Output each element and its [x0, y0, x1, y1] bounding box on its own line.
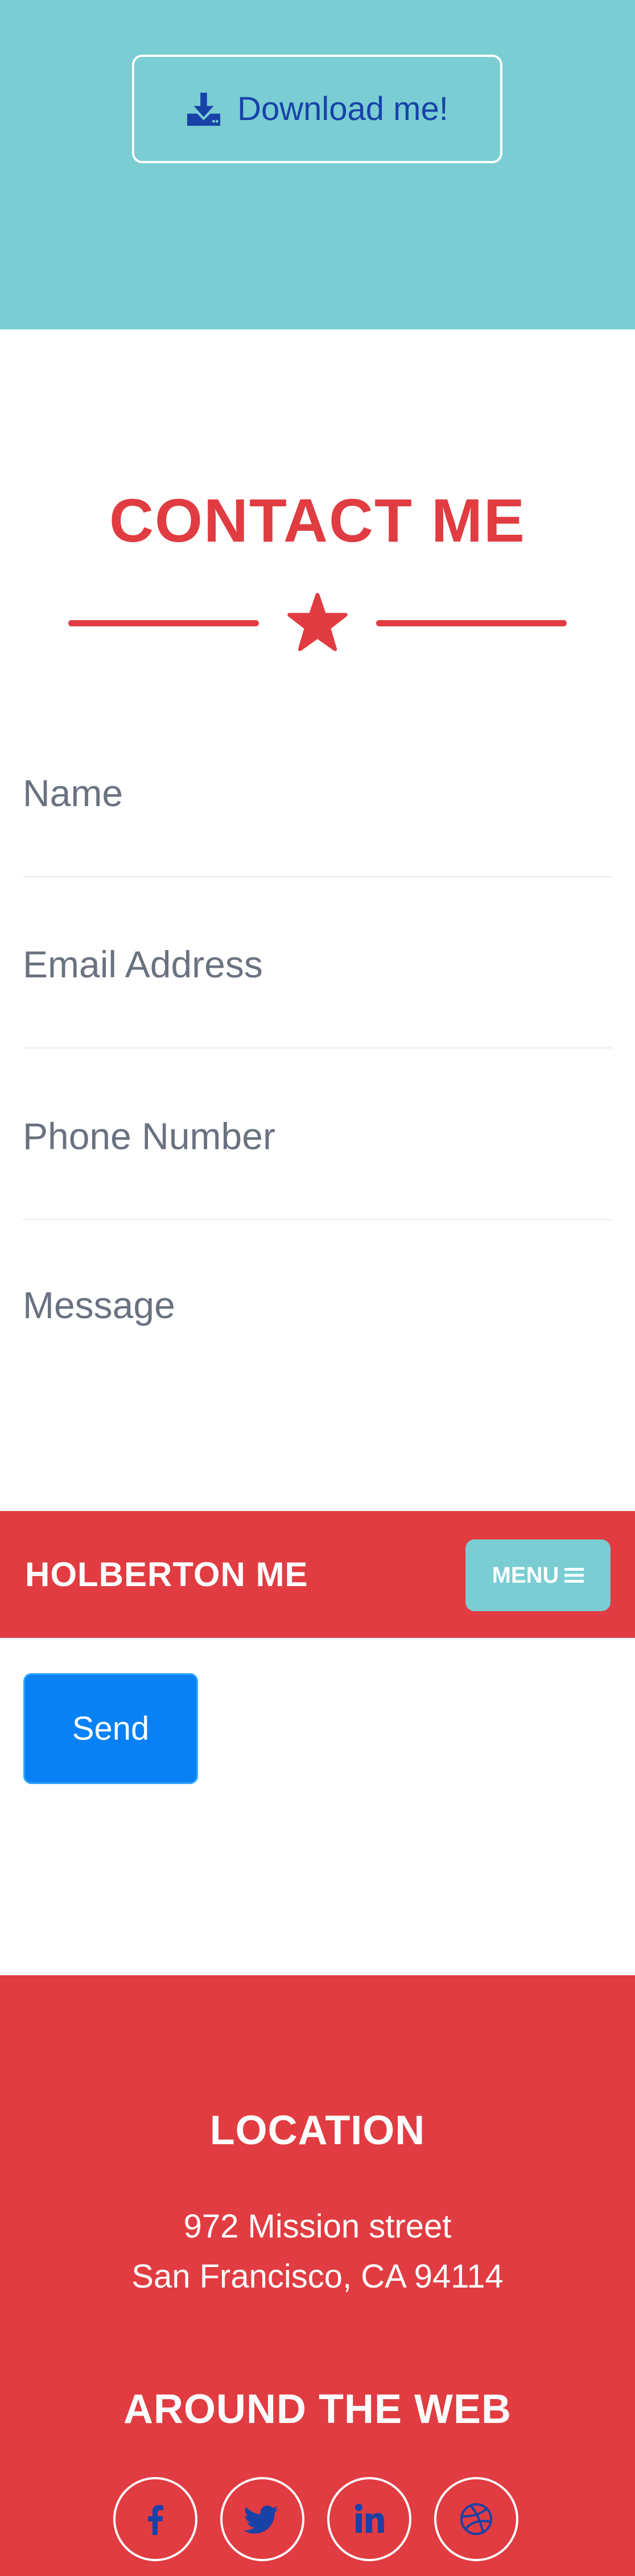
linkedin-button[interactable]	[327, 2477, 411, 2561]
location-heading: LOCATION	[209, 2108, 426, 2153]
download-section: Download me!	[0, 0, 635, 329]
around-the-web-heading: AROUND THE WEB	[123, 2387, 512, 2432]
menu-button[interactable]: MENU	[465, 1539, 611, 1611]
menu-label: MENU	[492, 1562, 559, 1588]
download-label: Download me!	[237, 90, 448, 127]
form-divider	[23, 876, 612, 877]
contact-title: CONTACT ME	[109, 486, 526, 555]
download-icon	[186, 92, 221, 127]
navbar: HOLBERTON ME MENU	[0, 1511, 635, 1638]
form-divider	[23, 1219, 612, 1220]
facebook-icon	[137, 2501, 174, 2537]
dribbble-button[interactable]	[434, 2477, 518, 2561]
twitter-button[interactable]	[220, 2477, 304, 2561]
name-field[interactable]: Name	[23, 759, 612, 827]
divider-line-left	[68, 620, 259, 626]
download-button[interactable]: Download me!	[132, 55, 502, 163]
form-divider	[23, 1047, 612, 1048]
linkedin-icon	[351, 2501, 387, 2537]
phone-field[interactable]: Phone Number	[23, 1102, 612, 1170]
email-field[interactable]: Email Address	[23, 930, 612, 998]
twitter-icon	[244, 2501, 281, 2537]
brand-link[interactable]: HOLBERTON ME	[25, 1511, 308, 1638]
star-icon	[286, 592, 349, 654]
divider-line-right	[376, 620, 567, 626]
address-line-2: San Francisco, CA 94114	[131, 2258, 504, 2295]
send-button[interactable]: Send	[23, 1673, 198, 1784]
dribbble-icon	[458, 2501, 494, 2537]
address-line-1: 972 Mission street	[183, 2208, 452, 2245]
hamburger-icon	[564, 1567, 584, 1584]
facebook-button[interactable]	[113, 2477, 197, 2561]
message-field[interactable]: Message	[23, 1271, 612, 1339]
